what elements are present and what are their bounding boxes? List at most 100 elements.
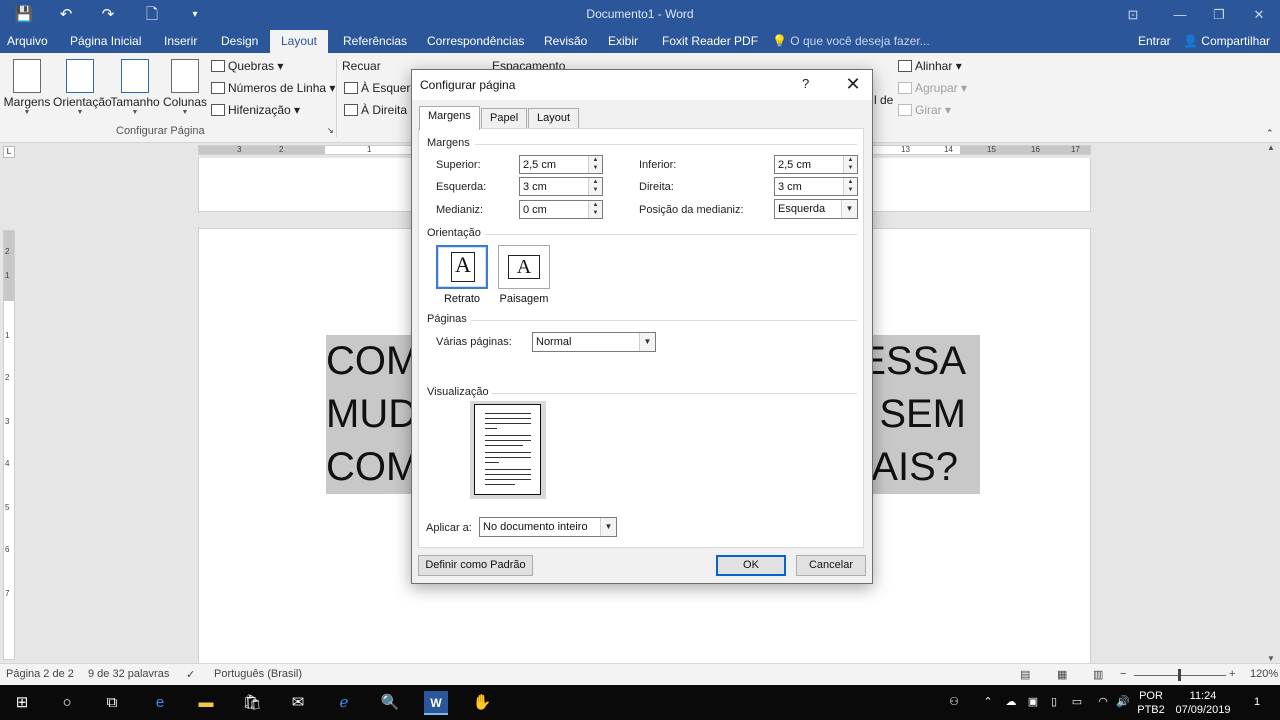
gutter-position-dropdown[interactable]: Esquerda ▼ [774,199,858,219]
tab-exibir[interactable]: Exibir [601,30,645,53]
spin-down-icon[interactable]: ▼ [844,186,857,194]
page-count[interactable]: Página 2 de 2 [6,668,74,680]
spin-up-icon[interactable]: ▲ [844,178,857,186]
word-count[interactable]: 9 de 32 palavras [88,668,169,680]
usb-icon[interactable]: ▯ [1046,685,1062,720]
breaks-button[interactable]: Quebras ▾ [211,56,283,76]
print-layout-icon[interactable]: ▦ [1057,668,1067,681]
tab-revisao[interactable]: Revisão [537,30,594,53]
indent-right-field[interactable]: À Direita [344,100,407,120]
hyphenation-button[interactable]: Hifenização ▾ [211,100,300,120]
medianiz-spinner[interactable]: 0 cm ▲ ▼ [519,200,603,219]
zoom-out-button[interactable]: − [1120,668,1126,680]
esquerda-spinner[interactable]: 3 cm ▲ ▼ [519,177,603,196]
search-app-icon[interactable]: 🔍 [378,691,402,715]
windows-start-icon[interactable]: ⊞ [10,691,34,715]
notifications-icon[interactable]: 1 [1244,685,1270,720]
tab-layout[interactable]: Layout [270,30,328,53]
apply-to-dropdown[interactable]: No documento inteiro ▼ [479,517,617,537]
onedrive-icon[interactable]: ☁ [1002,685,1020,720]
spin-down-icon[interactable]: ▼ [589,164,602,172]
tab-selector[interactable]: L [3,146,15,158]
superior-spinner[interactable]: 2,5 cm ▲ ▼ [519,155,603,174]
tab-margens[interactable]: Margens [419,106,480,130]
battery-icon[interactable]: ▭ [1068,685,1086,720]
margins-button[interactable]: Margens ▼ [0,57,54,127]
align-button[interactable]: Alinhar ▾ [898,56,962,76]
tab-design[interactable]: Design [214,30,265,53]
mail-icon[interactable]: ✉ [286,691,310,715]
close-button[interactable]: ✕ [1236,0,1280,30]
group-button[interactable]: Agrupar ▾ [898,78,967,98]
spin-up-icon[interactable]: ▲ [844,156,857,164]
spin-down-icon[interactable]: ▼ [589,186,602,194]
zoom-level[interactable]: 120% [1250,668,1278,680]
clock[interactable]: 11:24 07/09/2019 [1172,685,1234,720]
vertical-scrollbar[interactable]: ▲ ▼ [1263,143,1280,663]
chevron-down-icon[interactable]: ▼ [639,333,655,351]
spin-up-icon[interactable]: ▲ [589,201,602,209]
spin-up-icon[interactable]: ▲ [589,156,602,164]
spin-up-icon[interactable]: ▲ [589,178,602,186]
foxit-icon[interactable]: ✋ [470,691,494,715]
people-icon[interactable]: ⚇ [944,685,964,720]
show-hidden-icons[interactable]: ⌃ [980,685,996,720]
chevron-down-icon[interactable]: ▼ [841,200,857,218]
cortana-search-icon[interactable]: ○ [55,691,79,715]
tab-layout-dialog[interactable]: Layout [528,108,580,129]
language-indicator[interactable]: Português (Brasil) [214,668,302,680]
signin-button[interactable]: Entrar [1138,30,1171,53]
dialog-titlebar[interactable]: Configurar página ? ✕ [412,70,872,100]
ribbon-display-options-icon[interactable]: ⊡ [1110,0,1156,30]
tab-foxit-reader-pdf[interactable]: Foxit Reader PDF [655,30,765,53]
multiple-pages-dropdown[interactable]: Normal ▼ [532,332,656,352]
volume-icon[interactable]: 🔊 [1114,685,1132,720]
landscape-option[interactable]: A [498,245,550,289]
chevron-down-icon[interactable]: ▼ [600,518,616,536]
language-tray[interactable]: POR PTB2 [1134,685,1168,720]
scroll-up-icon[interactable]: ▲ [1266,143,1276,152]
tab-pagina-inicial[interactable]: Página Inicial [63,30,148,53]
tab-referencias[interactable]: Referências [336,30,414,53]
word-taskbar-icon[interactable]: W [424,691,448,715]
line-numbers-button[interactable]: Números de Linha ▾ [211,78,335,98]
zoom-in-button[interactable]: + [1229,668,1235,680]
zoom-slider-thumb[interactable] [1178,669,1181,681]
file-explorer-icon[interactable]: ▬ [194,691,218,715]
rotate-button[interactable]: Girar ▾ [898,100,951,120]
inferior-spinner[interactable]: 2,5 cm ▲ ▼ [774,155,858,174]
web-layout-icon[interactable]: ▥ [1093,668,1103,681]
tab-correspondencias[interactable]: Correspondências [420,30,531,53]
orientation-button[interactable]: Orientação ▼ [53,57,112,127]
ok-button[interactable]: OK [716,555,786,576]
cancel-button[interactable]: Cancelar [796,555,866,576]
group-divider [336,59,337,137]
edge-browser-icon[interactable]: e [148,691,172,715]
direita-spinner[interactable]: 3 cm ▲ ▼ [774,177,858,196]
internet-explorer-icon[interactable]: ℯ [332,691,356,715]
margins-section-label: Margens [427,137,470,149]
dialog-close-icon[interactable]: ✕ [838,73,868,97]
spin-down-icon[interactable]: ▼ [589,209,602,217]
vertical-ruler[interactable]: 2 1 1 2 3 4 5 6 7 [3,230,15,660]
tab-papel[interactable]: Papel [481,108,528,129]
security-icon[interactable]: ▣ [1024,685,1042,720]
help-button[interactable]: ? [802,76,809,91]
tell-me-box[interactable]: 💡 O que você deseja fazer... [772,30,930,53]
scroll-down-icon[interactable]: ▼ [1266,654,1276,663]
proofing-icon[interactable]: ✓ [186,668,195,681]
columns-button[interactable]: Colunas ▼ [158,57,212,127]
tab-arquivo[interactable]: Arquivo [0,30,55,53]
collapse-ribbon-icon[interactable]: ⌃ [1266,123,1274,143]
set-as-default-button[interactable]: Definir como Padrão [418,555,533,576]
tab-inserir[interactable]: Inserir [157,30,204,53]
size-button[interactable]: Tamanho ▼ [108,57,162,127]
store-icon[interactable]: 🛍 [240,691,264,715]
task-view-icon[interactable]: ⧉ [100,691,124,715]
wifi-icon[interactable]: ◠ [1094,685,1112,720]
read-mode-icon[interactable]: ▤ [1020,668,1030,681]
portrait-option[interactable]: A [436,245,488,289]
spin-down-icon[interactable]: ▼ [844,164,857,172]
share-button[interactable]: 👤 Compartilhar [1183,30,1270,53]
page-setup-launcher-icon[interactable]: ↘ [327,125,334,137]
